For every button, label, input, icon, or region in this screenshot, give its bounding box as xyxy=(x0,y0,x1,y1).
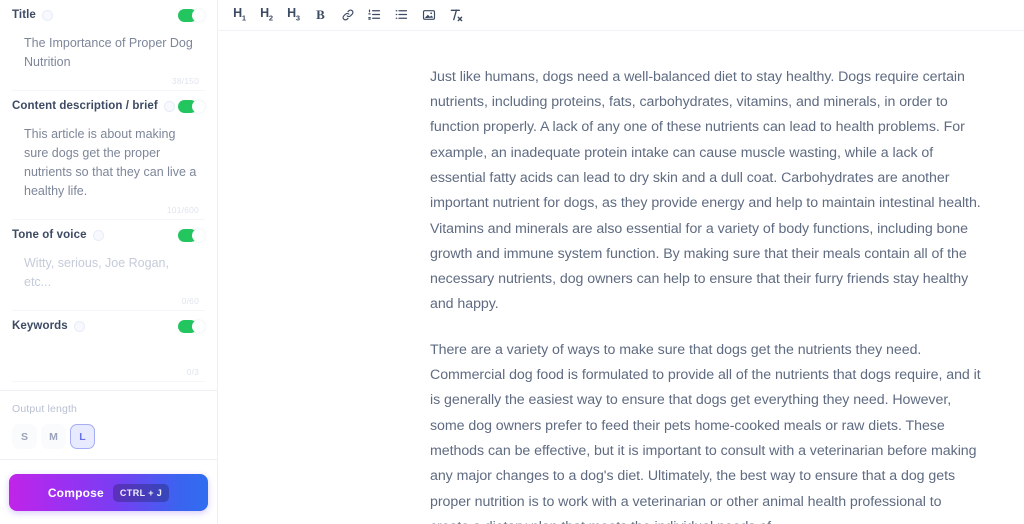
field-keywords-toggle[interactable] xyxy=(178,319,205,333)
output-length-label: Output length xyxy=(12,403,77,415)
toggle-knob xyxy=(192,99,205,113)
bold-icon: B xyxy=(316,6,325,22)
editor-toolbar: H1 H2 H3 B xyxy=(218,0,1024,31)
output-length-option-l[interactable]: L xyxy=(70,424,95,449)
field-tone-of-voice: Tone of voice Witty, serious, Joe Rogan,… xyxy=(0,220,217,311)
toggle-knob xyxy=(192,228,205,242)
keywords-input[interactable] xyxy=(10,341,207,367)
bold-button[interactable]: B xyxy=(308,2,333,27)
title-input[interactable]: The Importance of Proper Dog Nutrition xyxy=(10,30,207,76)
output-length-option-m[interactable]: M xyxy=(41,424,66,449)
compose-area: Compose CTRL + J xyxy=(0,464,217,524)
info-icon[interactable] xyxy=(41,9,53,21)
document-paragraph: Just like humans, dogs need a well-balan… xyxy=(430,68,981,313)
field-divider xyxy=(12,381,205,382)
heading-1-button[interactable]: H1 xyxy=(227,2,252,27)
document-content[interactable]: Just like humans, dogs need a well-balan… xyxy=(218,31,1024,524)
info-icon[interactable] xyxy=(73,320,85,332)
h2-icon: H2 xyxy=(260,6,273,23)
ordered-list-icon xyxy=(368,9,381,21)
ordered-list-button[interactable] xyxy=(362,2,387,27)
document-scroll-area[interactable]: Just like humans, dogs need a well-balan… xyxy=(218,31,1024,524)
heading-3-button[interactable]: H3 xyxy=(281,2,306,27)
compose-shortcut-badge: CTRL + J xyxy=(112,483,170,502)
bullet-list-icon xyxy=(395,10,408,20)
link-button[interactable] xyxy=(335,2,360,27)
toggle-knob xyxy=(192,8,205,22)
field-keywords-label: Keywords xyxy=(12,320,68,332)
title-counter: 38/150 xyxy=(171,76,199,86)
field-content-description-toggle[interactable] xyxy=(178,99,205,113)
bullet-list-button[interactable] xyxy=(389,2,414,27)
link-icon xyxy=(342,9,353,21)
tone-of-voice-counter: 0/60 xyxy=(181,296,199,306)
compose-button[interactable]: Compose CTRL + J xyxy=(9,474,208,511)
field-keywords: Keywords 0/3 xyxy=(0,311,217,382)
compose-button-label: Compose xyxy=(47,485,104,500)
editor-pane: H1 H2 H3 B Just like humans, dogs need a… xyxy=(218,0,1024,524)
h1-icon: H1 xyxy=(233,6,246,23)
keywords-counter: 0/3 xyxy=(186,367,199,377)
heading-2-button[interactable]: H2 xyxy=(254,2,279,27)
info-icon[interactable] xyxy=(163,100,175,112)
image-button[interactable] xyxy=(416,2,441,27)
h3-icon: H3 xyxy=(287,6,300,23)
field-tone-of-voice-toggle[interactable] xyxy=(178,228,205,242)
output-length-options: S M L xyxy=(12,424,205,449)
document-paragraph: There are a variety of ways to make sure… xyxy=(430,341,981,524)
clear-formatting-button[interactable] xyxy=(443,2,468,27)
field-title-toggle[interactable] xyxy=(178,8,205,22)
field-tone-of-voice-label: Tone of voice xyxy=(12,229,87,241)
composer-sidebar: Title The Importance of Proper Dog Nutri… xyxy=(0,0,218,524)
image-icon xyxy=(422,10,435,20)
output-length-section: Output length S M L xyxy=(0,391,217,459)
content-description-input[interactable]: This article is about making sure dogs g… xyxy=(10,121,207,205)
field-content-description-header: Content description / brief xyxy=(10,91,207,121)
info-icon[interactable] xyxy=(92,229,104,241)
field-content-description-label: Content description / brief xyxy=(12,100,158,112)
field-tone-of-voice-header: Tone of voice xyxy=(10,220,207,250)
tone-of-voice-input[interactable]: Witty, serious, Joe Rogan, etc... xyxy=(10,250,207,296)
app-root: Title The Importance of Proper Dog Nutri… xyxy=(0,0,1024,524)
field-keywords-header: Keywords xyxy=(10,311,207,341)
field-title: Title The Importance of Proper Dog Nutri… xyxy=(0,0,217,91)
field-title-header: Title xyxy=(10,0,207,30)
clear-formatting-icon xyxy=(450,9,462,22)
field-content-description: Content description / brief This article… xyxy=(0,91,217,220)
content-description-counter: 101/600 xyxy=(166,205,199,215)
toggle-knob xyxy=(192,319,205,333)
output-length-option-s[interactable]: S xyxy=(12,424,37,449)
field-title-label: Title xyxy=(12,9,36,21)
